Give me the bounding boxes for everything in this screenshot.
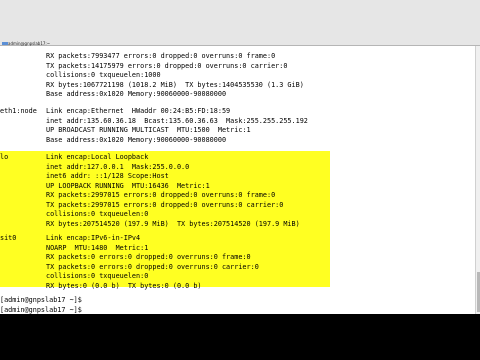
- output-line: inet addr:135.60.36.18 Bcast:135.60.36.6…: [46, 116, 308, 125]
- interface-name: eth1:node: [0, 107, 37, 115]
- previous-interface-block: RX packets:7993477 errors:0 dropped:0 ov…: [0, 52, 474, 100]
- output-line: TX packets:14175979 errors:0 dropped:0 o…: [46, 61, 288, 70]
- output-line: RX packets:2997015 errors:0 dropped:0 ov…: [46, 191, 276, 199]
- output-line: collisions:0 txqueuelen:1000: [46, 71, 161, 79]
- output-line: UP LOOPBACK RUNNING MTU:16436 Metric:1: [46, 181, 210, 190]
- output-line: eth1:node Link encap:Ethernet HWaddr 00:2…: [0, 107, 231, 115]
- output-line: NOARP MTU:1480 Metric:1: [46, 243, 149, 252]
- sit0-interface-block: sit0 Link encap:IPv6-in-IPv4 NOARP MTU:14…: [0, 234, 474, 291]
- output-line: TX packets:0 errors:0 dropped:0 overruns…: [46, 262, 259, 271]
- output-line: collisions:0 txqueuelen:0: [46, 210, 149, 218]
- prompt-block: [admin@gnpslab17 ~]$ [admin@gnpslab17 ~]…: [0, 296, 474, 314]
- lo-interface-block-highlighted: lo Link encap:Local Loopback inet addr:12…: [0, 151, 474, 287]
- interface-name: sit0: [0, 234, 17, 242]
- output-line: RX bytes:207514520 (197.9 MiB) TX bytes:…: [46, 219, 300, 228]
- interface-name: lo: [0, 153, 9, 161]
- output-line: lo Link encap:Local Loopback: [0, 153, 149, 161]
- output-line: RX bytes:1067721198 (1018.2 MiB) TX byte…: [46, 80, 304, 89]
- output-line: RX bytes:0 (0.0 b) TX bytes:0 (0.0 b): [46, 281, 202, 290]
- output-line: collisions:0 txqueuelen:0: [46, 272, 149, 280]
- eth1-interface-block: eth1:node Link encap:Ethernet HWaddr 00:2…: [0, 107, 474, 145]
- output-line: sit0 Link encap:IPv6-in-IPv4: [0, 234, 141, 242]
- shell-prompt: [admin@gnpslab17 ~]$: [0, 296, 82, 304]
- output-line: Base address:0x1020 Memory:90060000-9008…: [46, 90, 227, 98]
- output-line: RX packets:0 errors:0 dropped:0 overruns…: [46, 253, 251, 261]
- terminal-output[interactable]: RX packets:7993477 errors:0 dropped:0 ov…: [0, 46, 480, 314]
- window-titlebar: admin@gnpslab17:~: [0, 0, 480, 46]
- output-line: RX packets:7993477 errors:0 dropped:0 ov…: [46, 52, 276, 60]
- output-line: inet addr:127.0.0.1 Mask:255.0.0.0: [46, 162, 190, 171]
- terminal-scrollbar[interactable]: [475, 46, 480, 314]
- output-line: inet6 addr: ::1/128 Scope:Host: [46, 172, 169, 180]
- output-line: Base address:0x1020 Memory:90060000-9008…: [46, 135, 227, 144]
- shell-prompt[interactable]: [admin@gnpslab17 ~]$: [0, 306, 474, 315]
- letterbox-bottom: [0, 314, 480, 360]
- output-line: TX packets:2997015 errors:0 dropped:0 ov…: [46, 200, 284, 209]
- output-line: UP BROADCAST RUNNING MULTICAST MTU:1500 …: [46, 126, 251, 134]
